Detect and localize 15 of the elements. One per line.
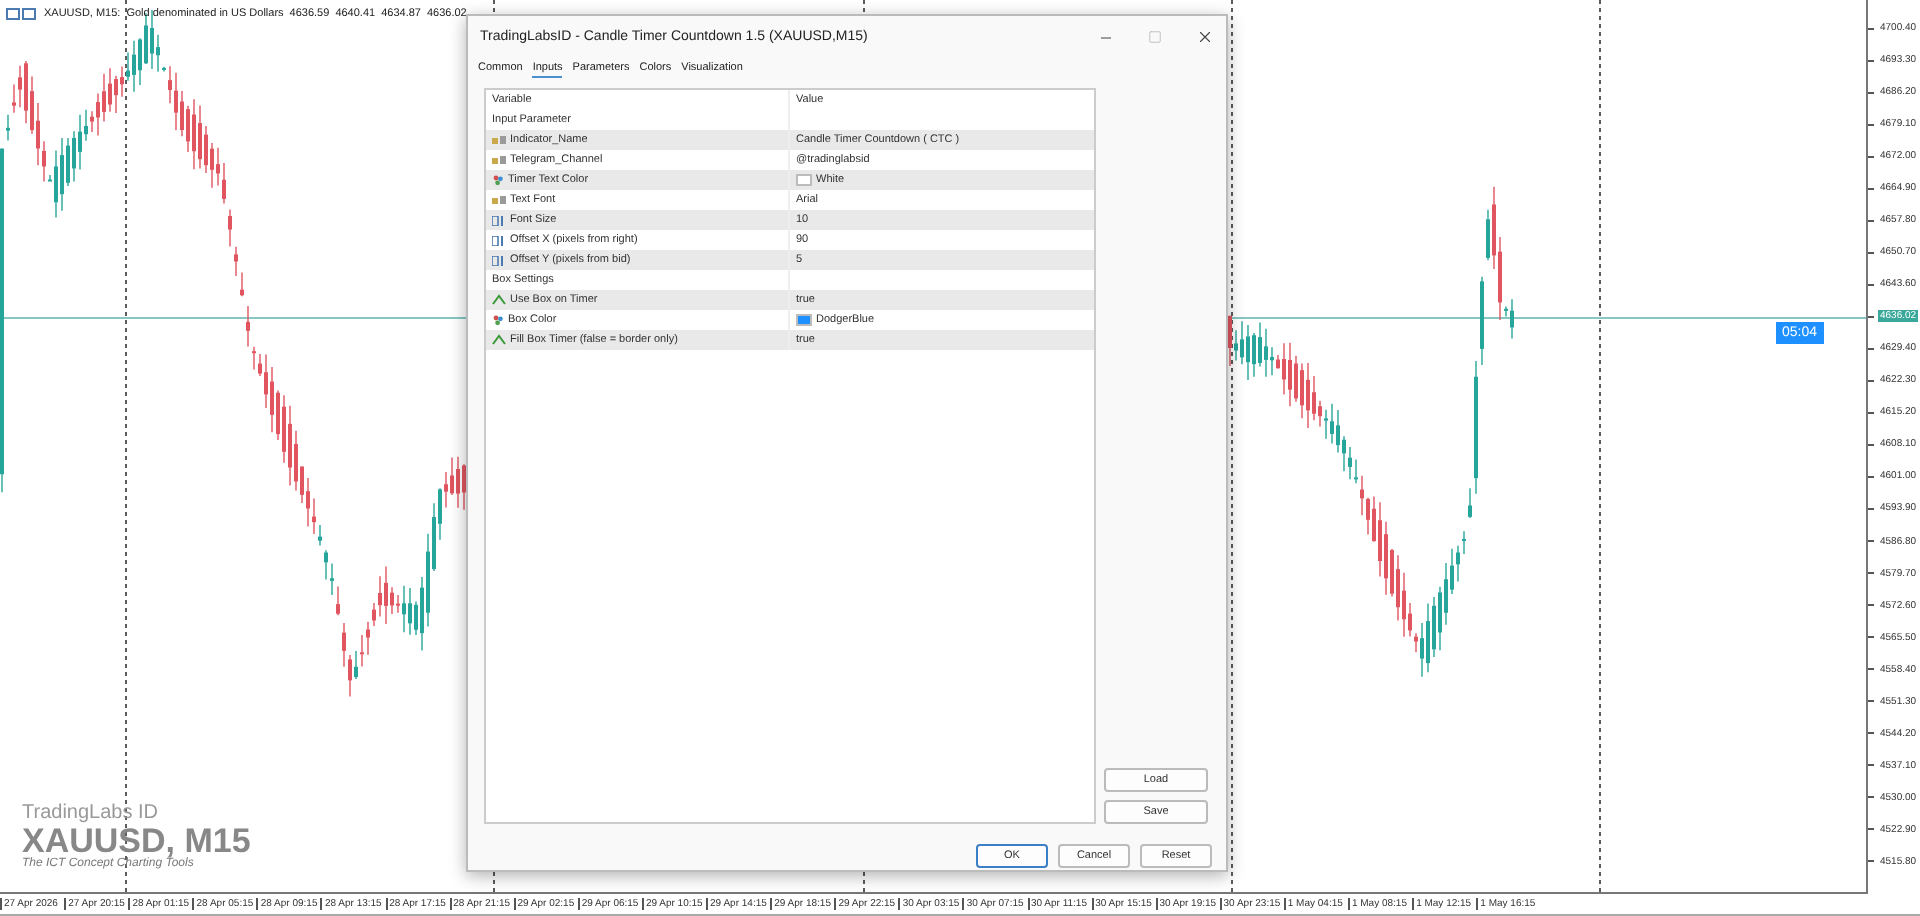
color-swatch[interactable] — [796, 174, 812, 186]
number-type-icon — [492, 255, 506, 265]
number-type-icon — [492, 215, 506, 225]
palette-icon — [492, 314, 504, 326]
watermark-brand: TradingLabs ID — [22, 802, 160, 824]
text-type-icon — [492, 155, 506, 165]
maximize-icon[interactable] — [1148, 30, 1162, 44]
text-type-icon — [492, 135, 506, 145]
palette-icon — [492, 174, 504, 186]
watermark-title: XAUUSD, M15 — [22, 824, 251, 858]
close-icon[interactable] — [1196, 28, 1214, 46]
text-type-icon — [492, 195, 506, 205]
chart-window-icon — [6, 8, 38, 20]
number-type-icon — [492, 235, 506, 245]
color-swatch[interactable] — [796, 314, 812, 326]
